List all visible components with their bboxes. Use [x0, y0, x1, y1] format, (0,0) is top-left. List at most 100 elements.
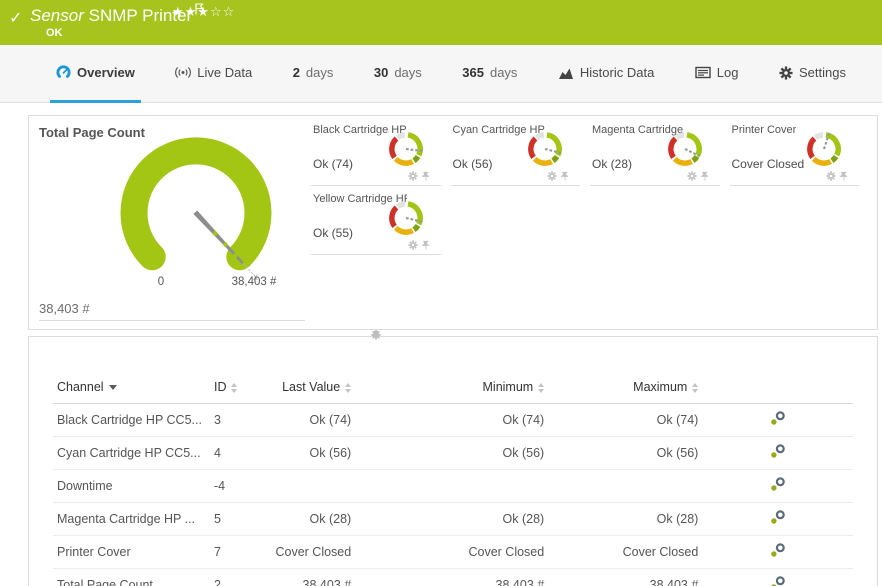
table-row: Total Page Count 2 38,403 # 38,403 # 38,…: [53, 569, 853, 586]
cell-channel: Total Page Count: [53, 569, 210, 586]
cell-minimum: 38,403 #: [359, 569, 552, 586]
sort-icon: [231, 383, 237, 393]
table-row: Printer Cover 7 Cover Closed Cover Close…: [53, 536, 853, 569]
edit-channel-icon: [770, 411, 786, 426]
pin-icon[interactable]: [421, 240, 431, 250]
edit-channel-button[interactable]: [770, 477, 786, 495]
status-badge: OK: [46, 27, 63, 39]
edit-channel-icon: [770, 477, 786, 492]
sensor-header: ✓ Sensor SNMP Printer ★★★☆☆ OK: [0, 0, 882, 45]
edit-channel-button[interactable]: [770, 576, 786, 586]
column-header-maximum[interactable]: Maximum: [552, 373, 706, 404]
cell-last-value: Ok (28): [271, 503, 359, 536]
pin-icon[interactable]: [371, 330, 381, 340]
gauge-icon: [56, 65, 71, 80]
mini-card-title: Printer Cover: [732, 124, 797, 136]
mini-card-status: Ok (56): [453, 157, 493, 171]
edit-channel-button[interactable]: [770, 543, 786, 561]
cell-maximum: [552, 470, 706, 503]
edit-channel-icon: [770, 444, 786, 459]
mini-card-status: Ok (28): [592, 157, 632, 171]
tab-2-days[interactable]: 2days: [287, 45, 340, 103]
pin-icon[interactable]: [700, 171, 710, 181]
pin-icon[interactable]: [560, 171, 570, 181]
tab-bar: Overview Live Data 2days 30days 365days …: [0, 45, 882, 103]
table-row: Black Cartridge HP CC5... 3 Ok (74) Ok (…: [53, 404, 853, 437]
cell-id: 4: [210, 437, 271, 470]
table-row: Magenta Cartridge HP ... 5 Ok (28) Ok (2…: [53, 503, 853, 536]
mini-gauge-card: Printer Cover Cover Closed: [730, 117, 860, 186]
mini-card-status: Ok (74): [313, 157, 353, 171]
cell-maximum: Ok (28): [552, 503, 706, 536]
mini-gauge-grid: Black Cartridge HP CC... Ok (74) Cyan Ca…: [307, 116, 877, 329]
cell-last-value: Cover Closed: [271, 536, 359, 569]
cell-last-value: 38,403 #: [271, 569, 359, 586]
mini-gauge: [664, 128, 706, 170]
mini-gauge: [524, 128, 566, 170]
mini-card-status: Ok (55): [313, 226, 353, 240]
cell-channel: Downtime: [53, 470, 210, 503]
edit-channel-button[interactable]: [770, 411, 786, 429]
settings-gear-icon: [779, 66, 793, 80]
edit-channel-button[interactable]: [770, 510, 786, 528]
column-header-id[interactable]: ID: [210, 373, 271, 404]
gauge-scale-max: 38,403 #: [232, 276, 277, 288]
sort-desc-icon: [109, 385, 117, 390]
mini-gauge-card: Cyan Cartridge HP CC... Ok (56): [451, 117, 581, 186]
cell-minimum: Ok (28): [359, 503, 552, 536]
cell-maximum: Ok (74): [552, 404, 706, 437]
gear-icon[interactable]: [826, 171, 836, 181]
sort-icon: [345, 383, 351, 393]
status-check-icon: ✓: [9, 8, 22, 28]
column-header-last-value[interactable]: Last Value: [271, 373, 359, 404]
cell-minimum: Ok (74): [359, 404, 552, 437]
column-header-edit: [706, 373, 853, 404]
priority-stars[interactable]: ★★★☆☆: [172, 4, 235, 20]
table-row: Cyan Cartridge HP CC5... 4 Ok (56) Ok (5…: [53, 437, 853, 470]
sort-icon: [692, 383, 698, 393]
cell-id: -4: [210, 470, 271, 503]
cell-channel: Black Cartridge HP CC5...: [53, 404, 210, 437]
tab-live-data[interactable]: Live Data: [169, 45, 258, 103]
gear-icon[interactable]: [687, 171, 697, 181]
edit-channel-icon: [770, 543, 786, 558]
cell-id: 5: [210, 503, 271, 536]
cell-last-value: Ok (74): [271, 404, 359, 437]
cell-minimum: Cover Closed: [359, 536, 552, 569]
cell-minimum: [359, 470, 552, 503]
mini-card-status: Cover Closed: [732, 157, 805, 171]
cell-channel: Magenta Cartridge HP ...: [53, 503, 210, 536]
edit-channel-button[interactable]: [770, 444, 786, 462]
tab-30-days[interactable]: 30days: [368, 45, 428, 103]
column-header-minimum[interactable]: Minimum: [359, 373, 552, 404]
cell-maximum: Ok (56): [552, 437, 706, 470]
pin-icon[interactable]: [421, 171, 431, 181]
gear-icon[interactable]: [408, 240, 418, 250]
column-header-channel[interactable]: Channel: [53, 373, 210, 404]
mini-gauge-card: Black Cartridge HP CC... Ok (74): [311, 117, 441, 186]
sort-icon: [538, 383, 544, 393]
pin-icon[interactable]: [839, 171, 849, 181]
mini-gauge-card: Magenta Cartridge HP ... Ok (28): [590, 117, 720, 186]
chart-icon: [558, 66, 574, 80]
cell-id: 2: [210, 569, 271, 586]
cell-id: 3: [210, 404, 271, 437]
edit-channel-icon: [770, 510, 786, 525]
total-page-count-card: Total Page Count x 0 38,403 # 38,403 #: [29, 116, 307, 329]
tab-365-days[interactable]: 365days: [456, 45, 523, 103]
tab-settings[interactable]: Settings: [773, 45, 852, 103]
cell-id: 7: [210, 536, 271, 569]
channel-table: Channel ID Last Value Minimum Maximum Bl…: [53, 373, 853, 586]
tab-overview[interactable]: Overview: [50, 45, 141, 103]
tab-log[interactable]: Log: [689, 45, 745, 103]
table-header-row: Channel ID Last Value Minimum Maximum: [53, 373, 853, 404]
gear-icon[interactable]: [547, 171, 557, 181]
gear-icon[interactable]: [408, 171, 418, 181]
cell-channel: Cyan Cartridge HP CC5...: [53, 437, 210, 470]
cell-maximum: 38,403 #: [552, 569, 706, 586]
tab-historic-data[interactable]: Historic Data: [552, 45, 660, 103]
mini-gauge-card: Yellow Cartridge HP C... Ok (55): [311, 186, 441, 255]
cell-last-value: Ok (56): [271, 437, 359, 470]
mini-gauge: [803, 128, 845, 170]
mini-gauge: [385, 197, 427, 239]
